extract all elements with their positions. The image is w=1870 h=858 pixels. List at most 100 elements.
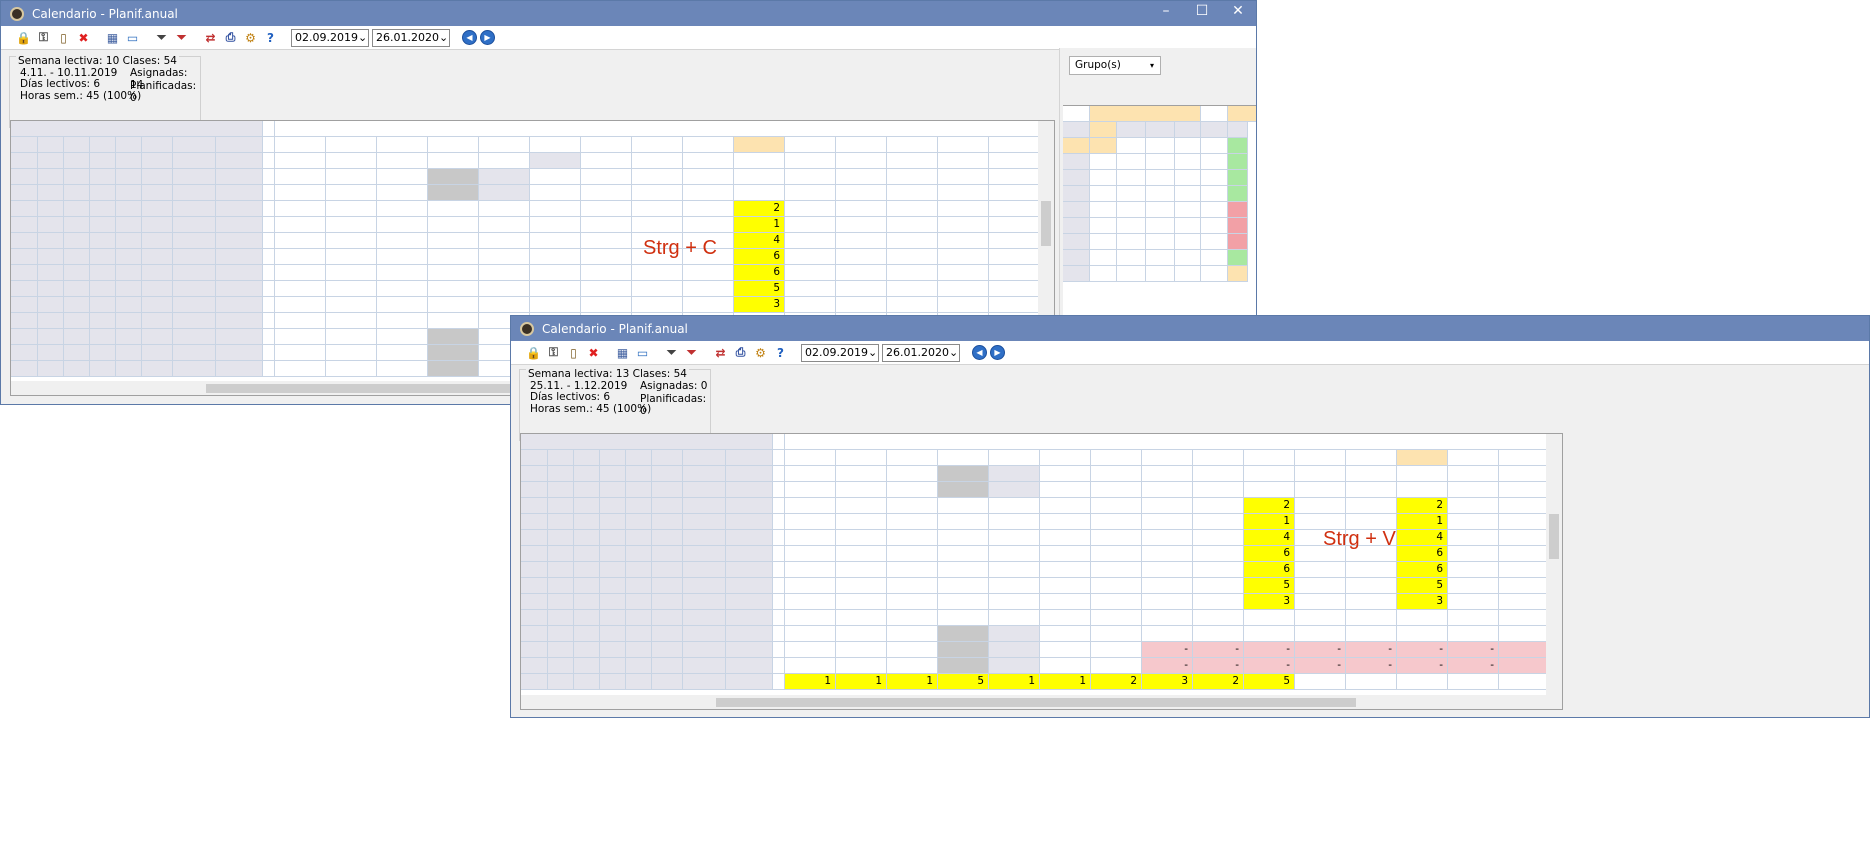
table-cell[interactable] [652, 562, 683, 578]
table-cell[interactable] [142, 361, 173, 377]
week-cell[interactable]: - [1244, 642, 1295, 658]
table-cell[interactable] [64, 297, 90, 313]
week-cell[interactable] [377, 249, 428, 265]
table-cell[interactable] [548, 594, 574, 610]
exit-icon[interactable]: ▯ [55, 29, 72, 46]
week-cell[interactable] [1040, 610, 1091, 626]
table-cell[interactable] [142, 217, 173, 233]
table-cell[interactable] [683, 594, 726, 610]
week-cell[interactable] [938, 265, 989, 281]
week-cell[interactable] [1295, 626, 1346, 642]
week-cell[interactable] [734, 185, 785, 201]
week-cell[interactable] [479, 297, 530, 313]
week-cell[interactable] [1244, 626, 1295, 642]
table-cell[interactable] [521, 642, 548, 658]
gp-cell[interactable] [1117, 202, 1146, 218]
week-cell[interactable] [326, 345, 377, 361]
gp-cell[interactable] [1146, 154, 1175, 170]
week-cell[interactable] [785, 658, 836, 674]
week-cell[interactable] [1193, 562, 1244, 578]
table-cell[interactable] [521, 498, 548, 514]
week-cell[interactable] [581, 265, 632, 281]
table-cell[interactable] [626, 626, 652, 642]
gp-cell[interactable] [1146, 218, 1175, 234]
settings-icon[interactable]: ⚙ [752, 344, 769, 361]
table-cell[interactable] [726, 514, 773, 530]
week-cell[interactable] [887, 217, 938, 233]
table-cell[interactable] [521, 466, 548, 482]
week-cell[interactable]: - [1193, 642, 1244, 658]
week-cell[interactable] [989, 201, 1040, 217]
table-cell[interactable] [11, 313, 38, 329]
week-header[interactable] [1142, 450, 1193, 466]
gp-cell[interactable] [1090, 186, 1117, 202]
week-cell[interactable] [785, 546, 836, 562]
table-cell[interactable] [574, 626, 600, 642]
table-cell[interactable] [548, 530, 574, 546]
table-cell[interactable] [521, 530, 548, 546]
week-cell[interactable] [326, 361, 377, 377]
column-header[interactable] [173, 137, 216, 153]
week-header[interactable] [1091, 450, 1142, 466]
week-cell[interactable] [1499, 610, 1550, 626]
table-cell[interactable] [38, 233, 64, 249]
table-cell[interactable] [116, 217, 142, 233]
week-cell[interactable] [1091, 626, 1142, 642]
close-icon[interactable]: ✕ [1230, 3, 1246, 19]
table-cell[interactable] [173, 185, 216, 201]
week-cell[interactable] [785, 578, 836, 594]
table-cell[interactable] [521, 562, 548, 578]
week-cell[interactable] [938, 562, 989, 578]
table-cell[interactable] [652, 530, 683, 546]
week-cell[interactable] [785, 642, 836, 658]
week-cell[interactable] [836, 281, 887, 297]
week-cell[interactable] [887, 281, 938, 297]
week-cell[interactable] [530, 153, 581, 169]
table-cell[interactable] [38, 265, 64, 281]
table-cell[interactable] [548, 562, 574, 578]
week-cell[interactable] [1244, 610, 1295, 626]
table-cell[interactable] [548, 546, 574, 562]
table-cell[interactable] [521, 546, 548, 562]
table-cell[interactable] [574, 466, 600, 482]
week-cell[interactable] [1346, 466, 1397, 482]
week-cell[interactable] [530, 201, 581, 217]
week-cell[interactable]: 6 [1397, 562, 1448, 578]
week-header[interactable] [989, 137, 1040, 153]
week-cell[interactable] [785, 466, 836, 482]
transfer-icon[interactable]: ⇄ [712, 344, 729, 361]
week-cell[interactable] [1448, 578, 1499, 594]
week-cell[interactable] [1193, 530, 1244, 546]
table-cell[interactable] [173, 249, 216, 265]
week-cell[interactable] [887, 578, 938, 594]
week-cell[interactable] [530, 233, 581, 249]
table-cell[interactable] [11, 185, 38, 201]
week-cell[interactable] [1295, 482, 1346, 498]
week-cell[interactable] [887, 514, 938, 530]
table-cell[interactable] [38, 249, 64, 265]
table-cell[interactable] [548, 610, 574, 626]
table-cell[interactable] [38, 169, 64, 185]
table-cell[interactable] [652, 594, 683, 610]
table-cell[interactable] [652, 466, 683, 482]
week-cell[interactable] [479, 169, 530, 185]
week-header[interactable] [785, 137, 836, 153]
week-cell[interactable] [581, 297, 632, 313]
table-cell[interactable] [574, 546, 600, 562]
week-cell[interactable] [785, 482, 836, 498]
week-cell[interactable] [326, 297, 377, 313]
transfer-icon[interactable]: ⇄ [202, 29, 219, 46]
week-cell[interactable] [326, 217, 377, 233]
week-cell[interactable] [275, 361, 326, 377]
delete-x-icon[interactable]: ✖ [585, 344, 602, 361]
week-cell[interactable] [1499, 658, 1550, 674]
table-cell[interactable] [11, 217, 38, 233]
week-cell[interactable]: 1 [989, 674, 1040, 690]
table-cell[interactable] [116, 169, 142, 185]
table-cell[interactable] [652, 658, 683, 674]
week-cell[interactable] [1091, 498, 1142, 514]
scroll-thumb[interactable] [1549, 514, 1559, 559]
gp-cell[interactable] [1228, 202, 1248, 218]
column-header[interactable] [90, 137, 116, 153]
table-cell[interactable] [216, 169, 263, 185]
